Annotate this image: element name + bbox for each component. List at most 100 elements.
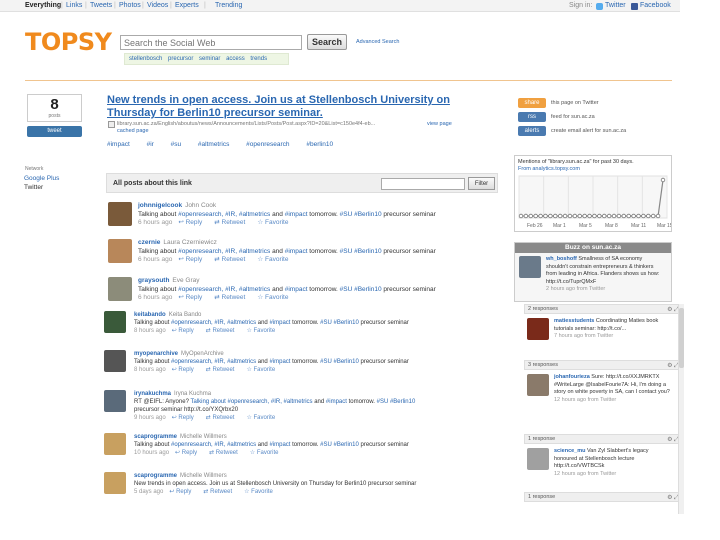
post-hashtag[interactable]: #impact xyxy=(326,399,347,405)
favorite-link[interactable]: ☆ Favorite xyxy=(246,415,281,421)
post-hashtag[interactable]: #SU #Berlin10 xyxy=(340,286,382,293)
post-time[interactable]: 5 days ago xyxy=(134,489,163,495)
post-hashtag[interactable]: #impact xyxy=(285,248,308,255)
share-button[interactable]: share xyxy=(518,98,546,108)
scrollbar-thumb[interactable] xyxy=(679,308,684,368)
responses-bar[interactable]: 2 responses ⚙ ⤢ xyxy=(524,304,684,314)
buzz-time[interactable]: 12 hours ago from Twitter xyxy=(554,471,672,479)
filter-input[interactable] xyxy=(381,178,465,190)
buzz-username[interactable]: wh_boshoff xyxy=(546,256,577,262)
reply-link[interactable]: ↩ Reply xyxy=(178,294,208,301)
hashtag-link[interactable]: #su xyxy=(171,141,181,148)
nav-everything[interactable]: Everything xyxy=(25,2,61,9)
retweet-link[interactable]: ⇄ Retweet xyxy=(214,219,251,226)
post-hashtags[interactable]: #openresearch, #IR, #altmetrics xyxy=(178,211,270,218)
alerts-button[interactable]: alerts xyxy=(518,126,546,136)
advanced-search-link[interactable]: Advanced Search xyxy=(356,39,399,45)
user-avatar[interactable] xyxy=(104,390,126,412)
buzz-username[interactable]: matiesstudents xyxy=(554,318,594,324)
retweet-link[interactable]: ⇄ Retweet xyxy=(206,328,241,334)
user-avatar[interactable] xyxy=(104,311,126,333)
post-hashtag[interactable]: #SU #Berlin10 xyxy=(320,442,359,448)
post-hashtags[interactable]: #openresearch, #IR, #altmetrics xyxy=(178,286,270,293)
post-username[interactable]: irynakuchma xyxy=(134,391,171,397)
analytics-link[interactable]: From analytics.topsy.com xyxy=(518,166,580,172)
user-avatar[interactable] xyxy=(108,277,132,301)
user-avatar[interactable] xyxy=(104,350,126,372)
buzz-avatar[interactable] xyxy=(527,448,549,470)
post-time[interactable]: 8 hours ago xyxy=(134,367,166,373)
buzz-username[interactable]: science_mu xyxy=(554,448,586,454)
suggestion-link[interactable]: access xyxy=(226,56,245,62)
reply-link[interactable]: ↩ Reply xyxy=(178,219,208,226)
cached-page-link[interactable]: cached page xyxy=(117,128,149,134)
post-hashtags[interactable]: #openresearch, #IR, #altmetrics xyxy=(171,359,256,365)
user-avatar[interactable] xyxy=(108,202,132,226)
user-avatar[interactable] xyxy=(108,239,132,263)
post-username[interactable]: czernie xyxy=(138,239,160,246)
post-hashtag[interactable]: #impact xyxy=(269,442,290,448)
post-username[interactable]: keitabando xyxy=(134,312,166,318)
rss-button[interactable]: rss xyxy=(518,112,546,122)
buzz-username[interactable]: johanfourieza xyxy=(554,374,590,380)
retweet-link[interactable]: ⇄ Retweet xyxy=(209,450,244,456)
search-input[interactable] xyxy=(120,35,302,50)
post-hashtags[interactable]: #openresearch, #IR, #altmetrics xyxy=(178,248,270,255)
buzz-time[interactable]: 2 hours ago from Twitter xyxy=(546,286,664,294)
post-hashtag[interactable]: #SU #Berlin10 xyxy=(340,248,382,255)
suggestion-link[interactable]: seminar xyxy=(199,56,220,62)
post-hashtags[interactable]: #openresearch, #IR, #altmetrics xyxy=(171,320,256,326)
retweet-link[interactable]: ⇄ Retweet xyxy=(214,294,251,301)
page-title-link[interactable]: New trends in open access. Join us at St… xyxy=(107,94,475,120)
view-page-link[interactable]: view page xyxy=(427,121,452,127)
post-time[interactable]: 9 hours ago xyxy=(134,415,166,421)
favorite-link[interactable]: ☆ Favorite xyxy=(244,489,279,495)
nav-experts[interactable]: Experts xyxy=(175,2,199,9)
post-hashtag[interactable]: #impact xyxy=(285,211,308,218)
retweet-link[interactable]: ⇄ Retweet xyxy=(206,415,241,421)
nav-links[interactable]: Links xyxy=(66,2,82,9)
nav-photos[interactable]: Photos xyxy=(119,2,141,9)
hashtag-link[interactable]: #berlin10 xyxy=(306,141,333,148)
post-time[interactable]: 6 hours ago xyxy=(138,219,172,226)
post-hashtag[interactable]: #SU #Berlin10 xyxy=(377,399,416,405)
responses-bar[interactable]: 1 response ⚙ ⤢ xyxy=(524,434,684,444)
post-hashtag[interactable]: #impact xyxy=(269,320,290,326)
user-avatar[interactable] xyxy=(104,433,126,455)
favorite-link[interactable]: ☆ Favorite xyxy=(250,450,285,456)
post-time[interactable]: 8 hours ago xyxy=(134,328,166,334)
facebook-signin-link[interactable]: Facebook xyxy=(640,2,671,9)
post-hashtag[interactable]: #SU #Berlin10 xyxy=(320,320,359,326)
favorite-link[interactable]: ☆ Favorite xyxy=(246,367,281,373)
suggestion-link[interactable]: stellenbosch xyxy=(129,56,162,62)
favorite-link[interactable]: ☆ Favorite xyxy=(257,294,294,301)
buzz-avatar[interactable] xyxy=(519,256,541,278)
user-avatar[interactable] xyxy=(104,472,126,494)
nav-videos[interactable]: Videos xyxy=(147,2,168,9)
responses-bar[interactable]: 3 responses ⚙ ⤢ xyxy=(524,360,684,370)
hashtag-link[interactable]: #openresearch xyxy=(246,141,289,148)
tweet-button[interactable]: tweet xyxy=(27,126,82,137)
post-username[interactable]: johnnigelcook xyxy=(138,202,182,209)
post-username[interactable]: scaprogramme xyxy=(134,473,177,479)
post-username[interactable]: graysouth xyxy=(138,277,169,284)
reply-link[interactable]: ↩ Reply xyxy=(172,415,200,421)
network-twitter[interactable]: Twitter xyxy=(24,184,43,191)
responses-bar[interactable]: 1 response ⚙ ⤢ xyxy=(524,492,684,502)
reply-link[interactable]: ↩ Reply xyxy=(169,489,197,495)
suggestion-link[interactable]: trends xyxy=(250,56,267,62)
buzz-avatar[interactable] xyxy=(527,318,549,340)
nav-tweets[interactable]: Tweets xyxy=(90,2,112,9)
hashtag-link[interactable]: #ir xyxy=(147,141,154,148)
network-google-plus[interactable]: Google Plus xyxy=(24,175,59,182)
post-username[interactable]: scaprogramme xyxy=(134,434,177,440)
nav-trending[interactable]: Trending xyxy=(215,2,242,9)
reply-link[interactable]: ↩ Reply xyxy=(178,256,208,263)
twitter-signin-link[interactable]: Twitter xyxy=(605,2,626,9)
reply-link[interactable]: ↩ Reply xyxy=(175,450,203,456)
hashtag-link[interactable]: #altmetrics xyxy=(198,141,229,148)
suggestion-link[interactable]: precursor xyxy=(168,56,193,62)
favorite-link[interactable]: ☆ Favorite xyxy=(246,328,281,334)
favorite-link[interactable]: ☆ Favorite xyxy=(257,219,294,226)
buzz-time[interactable]: 7 hours ago from Twitter xyxy=(554,333,672,341)
